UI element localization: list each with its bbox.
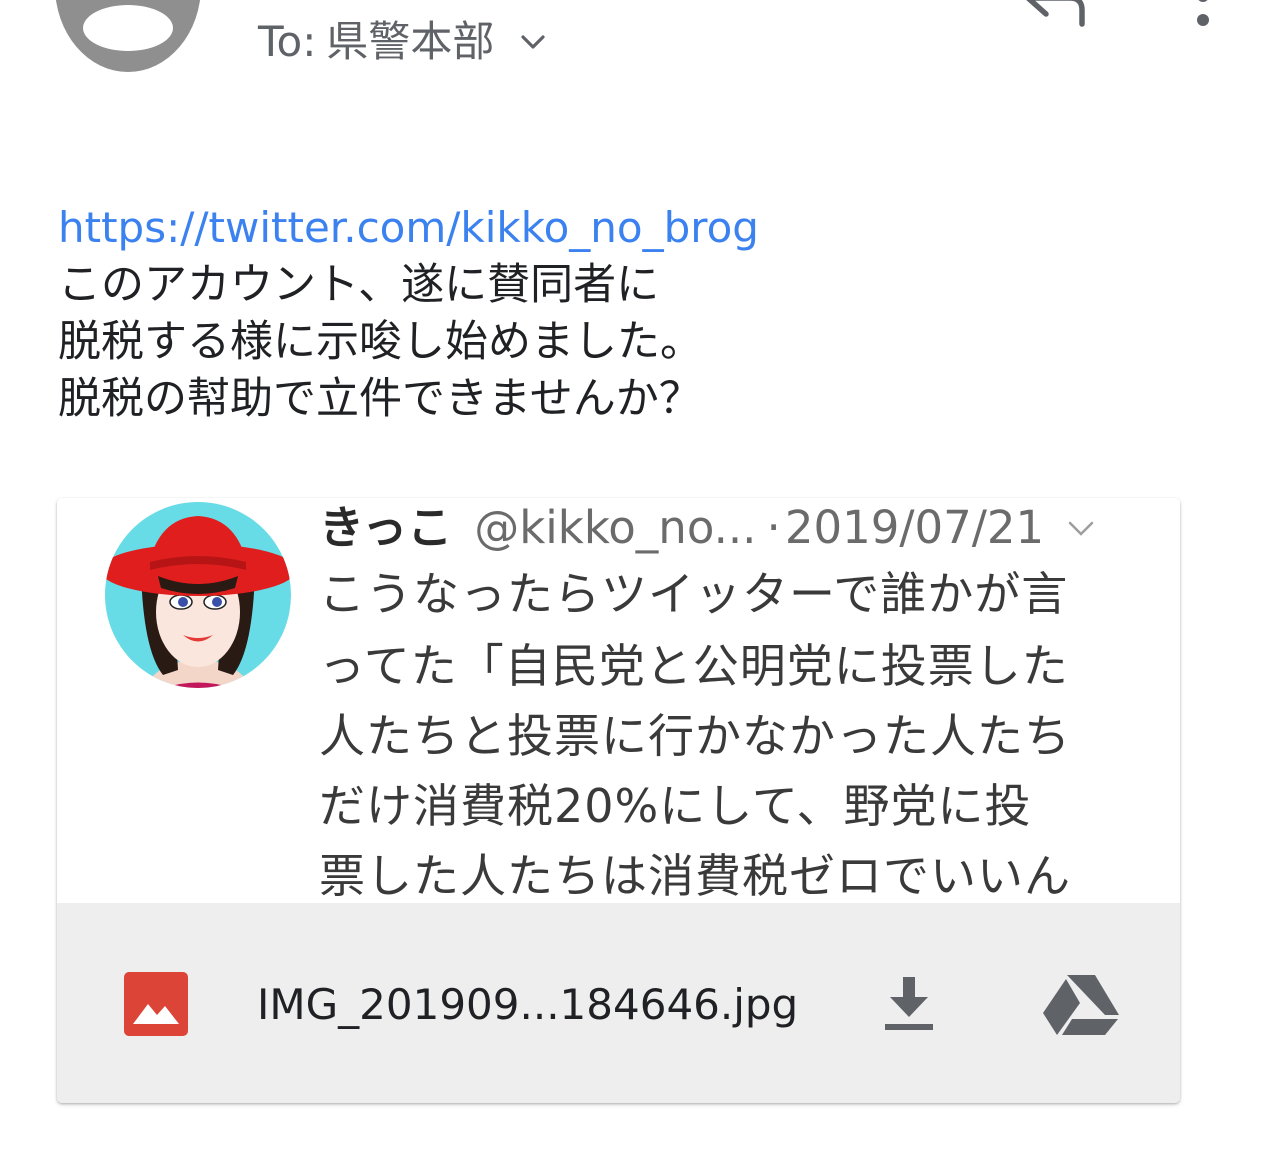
tweet-avatar xyxy=(105,502,291,688)
tweet-author-name: きっこ xyxy=(319,501,453,554)
message-line: 脱税の幇助で立件できませんか？ xyxy=(58,374,702,424)
attachment-file-name[interactable]: IMG_201909...184646.jpg xyxy=(257,975,798,1035)
tweet-text-line: 人たちと投票に行かなかった人たち xyxy=(319,709,1071,763)
chevron-down-icon xyxy=(1068,521,1094,536)
tweet-text-line: こうなったらツイッターで誰かが言 xyxy=(319,567,1069,621)
tweet-text-line: 票した人たちは消費税ゼロでいいん xyxy=(319,849,1071,903)
attachment-bar: IMG_201909...184646.jpg xyxy=(57,903,1180,1103)
to-label: To: xyxy=(258,17,317,66)
recipient-name: 県警本部 xyxy=(326,17,495,66)
drive-icon[interactable] xyxy=(1042,973,1120,1037)
download-icon[interactable] xyxy=(882,975,936,1033)
tweet-text-line: ってた「自民党と公明党に投票した xyxy=(319,639,1069,693)
reply-icon[interactable] xyxy=(1020,0,1090,28)
message-link[interactable]: https://twitter.com/kikko_no_brog xyxy=(58,199,759,257)
chevron-down-icon[interactable] xyxy=(518,27,548,57)
sender-avatar-icon[interactable] xyxy=(55,0,201,72)
recipient-line[interactable]: To: 県警本部 xyxy=(258,12,548,72)
tweet-date: 2019/07/21 xyxy=(784,501,1045,554)
email-view: To: 県警本部 https://twitter.com/kikko_no_br… xyxy=(0,0,1280,1171)
attachment-card[interactable]: きっこ @kikko_no... · 2019/07/21 こうなったらツイッタ… xyxy=(57,498,1180,1103)
tweet-author-handle: @kikko_no... xyxy=(474,501,757,554)
image-file-icon xyxy=(124,972,188,1036)
tweet-separator: · xyxy=(766,501,781,554)
tweet-text-line: だけ消費税20%にして、野党に投 xyxy=(319,779,1032,833)
message-line: 脱税する様に示唆し始めました。 xyxy=(58,317,703,367)
message-line: このアカウント、遂に賛同者に xyxy=(58,260,660,310)
tweet-header: きっこ @kikko_no... · 2019/07/21 xyxy=(319,498,1096,558)
attachment-preview[interactable]: きっこ @kikko_no... · 2019/07/21 こうなったらツイッタ… xyxy=(57,498,1180,903)
more-vert-icon[interactable] xyxy=(1192,0,1214,36)
